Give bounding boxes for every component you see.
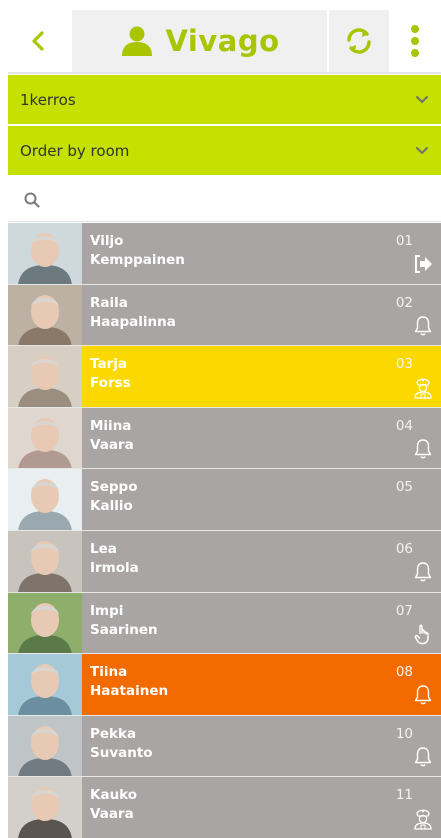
resident-last-name: Suvanto — [90, 744, 153, 761]
resident-photo — [8, 284, 82, 346]
resident-photo — [8, 654, 82, 715]
search-bar[interactable] — [8, 178, 441, 222]
resident-last-name: Vaara — [90, 436, 134, 453]
bell-icon — [411, 314, 435, 338]
order-select-value: Order by room — [20, 141, 130, 160]
resident-name: Tiina Haatainen — [82, 654, 441, 715]
resident-row[interactable]: Lea Irmola 06 — [8, 530, 441, 593]
resident-row[interactable]: Kauko Vaara 11 — [8, 777, 441, 838]
room-number: 03 — [395, 356, 413, 373]
resident-photo — [8, 777, 82, 838]
resident-photo — [8, 530, 82, 592]
resident-name: Pekka Suvanto — [82, 716, 441, 777]
resident-last-name: Vaara — [90, 806, 134, 823]
room-number: 02 — [395, 294, 413, 311]
resident-name: Viljo Kemppainen — [82, 223, 441, 284]
nurse-icon — [411, 806, 435, 830]
resident-row[interactable]: Impi Saarinen 07 — [8, 592, 441, 655]
resident-name: Kauko Vaara — [82, 777, 441, 838]
resident-photo — [8, 469, 82, 530]
nurse-icon — [411, 375, 435, 399]
chevron-down-icon — [416, 146, 428, 154]
resident-first-name: Tiina — [90, 664, 128, 681]
resident-first-name: Kauko — [90, 787, 138, 804]
room-number: 10 — [395, 725, 413, 742]
search-icon — [24, 192, 40, 208]
resident-name: Lea Irmola — [82, 531, 441, 592]
order-select[interactable]: Order by room — [8, 126, 441, 175]
resident-first-name: Pekka — [90, 725, 137, 742]
resident-row[interactable]: Seppo Kallio 05 — [8, 469, 441, 531]
resident-name: Seppo Kallio — [82, 469, 441, 530]
resident-first-name: Raila — [90, 294, 128, 311]
back-button[interactable] — [8, 10, 70, 72]
room-number: 08 — [395, 664, 413, 681]
resident-row[interactable]: Pekka Suvanto 10 — [8, 715, 441, 778]
room-number: 06 — [395, 540, 413, 557]
resident-first-name: Viljo — [90, 233, 124, 249]
resident-photo — [8, 715, 82, 777]
resident-name: Raila Haapalinna — [82, 285, 441, 346]
bell-icon — [411, 745, 435, 769]
app-name: Vivago — [165, 24, 280, 58]
resident-last-name: Saarinen — [90, 621, 158, 638]
resident-last-name: Haapalinna — [90, 313, 176, 330]
resident-name: Tarja Forss — [82, 346, 441, 407]
resident-photo — [8, 223, 82, 284]
resident-row[interactable]: Raila Haapalinna 02 — [8, 284, 441, 347]
more-vertical-icon — [411, 25, 419, 57]
chevron-down-icon — [416, 95, 428, 103]
resident-row[interactable]: Tiina Haatainen 08 — [8, 654, 441, 716]
hand-pointer-icon — [411, 622, 435, 646]
resident-first-name: Seppo — [90, 479, 138, 496]
room-number: 05 — [395, 479, 413, 496]
app-title: Vivago — [72, 10, 327, 72]
resident-first-name: Impi — [90, 602, 124, 619]
bell-icon — [411, 560, 435, 584]
resident-name: Miina Vaara — [82, 408, 441, 469]
resident-row[interactable]: Viljo Kemppainen 01 — [8, 223, 441, 285]
resident-photo — [8, 592, 82, 654]
resident-photo — [8, 407, 82, 469]
resident-row[interactable]: Miina Vaara 04 — [8, 407, 441, 470]
resident-last-name: Kemppainen — [90, 252, 185, 268]
room-number: 07 — [395, 602, 413, 619]
floor-select-value: 1kerros — [20, 90, 76, 109]
resident-first-name: Tarja — [90, 356, 127, 373]
room-number: 04 — [395, 417, 413, 434]
chevron-left-icon — [32, 31, 44, 51]
room-number: 01 — [395, 233, 413, 249]
refresh-button[interactable] — [329, 10, 389, 72]
floor-select[interactable]: 1kerros — [8, 75, 441, 124]
resident-first-name: Lea — [90, 540, 117, 557]
resident-last-name: Forss — [90, 375, 131, 392]
resident-last-name: Irmola — [90, 559, 139, 576]
resident-last-name: Haatainen — [90, 683, 169, 700]
exit-icon — [411, 252, 435, 276]
refresh-icon — [347, 28, 371, 54]
bell-icon — [411, 683, 435, 707]
resident-row[interactable]: Tarja Forss 03 — [8, 346, 441, 408]
bell-icon — [411, 437, 435, 461]
resident-first-name: Miina — [90, 417, 132, 434]
resident-photo — [8, 346, 82, 407]
resident-name: Impi Saarinen — [82, 593, 441, 654]
header-divider — [8, 72, 441, 74]
room-number: 11 — [395, 787, 413, 804]
person-icon — [122, 26, 153, 56]
resident-last-name: Kallio — [90, 498, 133, 515]
app-header: Vivago — [8, 10, 441, 72]
more-menu-button[interactable] — [389, 10, 441, 72]
resident-list: Viljo Kemppainen 01 Raila Haapalinna 02 Tarja F… — [8, 223, 441, 838]
